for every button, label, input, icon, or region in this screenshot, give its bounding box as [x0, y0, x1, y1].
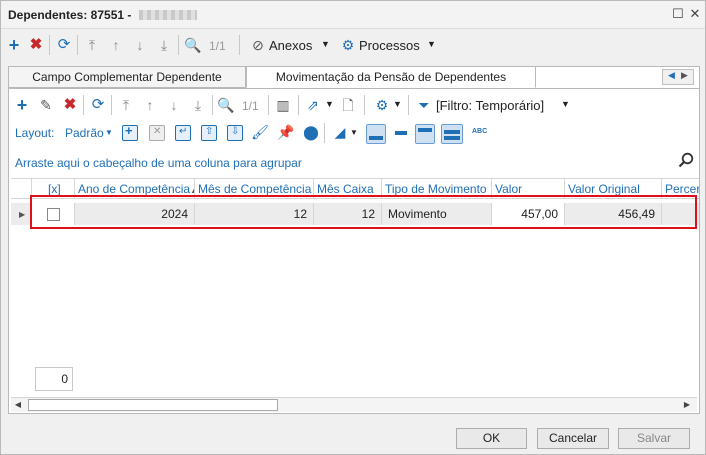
paint-roller-icon[interactable]: 🖌 [251, 123, 269, 141]
column-tipo-movimento[interactable]: Tipo de Movimento [382, 179, 492, 199]
ok-button[interactable]: OK [456, 428, 527, 449]
next-record-icon[interactable]: ↓ [131, 36, 149, 54]
column-mes-competencia[interactable]: Mês de Competência [195, 179, 314, 199]
last-record-icon[interactable]: ⤓ [155, 36, 173, 54]
cell-valor[interactable]: 457,00 [492, 203, 565, 225]
layout-selector[interactable]: Padrão [65, 126, 104, 140]
scrollbar-thumb[interactable] [28, 399, 278, 411]
column-valor[interactable]: Valor [492, 179, 565, 199]
grid-toolbar: + ✎ ✖ ⟳ ⤒ ↑ ↓ ⤓ 🔍 1/1 ▥ ⇗ ▼ 🗋 ⚙ ▼ ⏷ [Fil… [9, 93, 699, 119]
column-select-all[interactable]: [x] [32, 179, 75, 199]
delete-icon[interactable]: ✖ [27, 36, 45, 54]
title-bar: Dependentes: 87551 - ☐ ✕ [1, 1, 705, 29]
tab-strip: Campo Complementar Dependente Movimentaç… [8, 66, 700, 88]
row-indicator-icon: ▶ [19, 210, 26, 219]
columns-icon[interactable]: ▥ [274, 96, 292, 114]
paperclip-icon: ⊘ [252, 37, 264, 53]
group-by-hint[interactable]: Arraste aqui o cabeçalho de uma coluna p… [15, 156, 302, 170]
save-layout-icon[interactable]: ↵ [175, 125, 191, 141]
grid-header: [x] Ano de Competência▲ Mês de Competênc… [11, 179, 699, 199]
main-toolbar: + ✖ ⟳ ⤒ ↑ ↓ ⤓ 🔍 1/1 ⊘ Anexos ▼ ⚙ Process… [1, 30, 705, 60]
cell-percentual[interactable] [662, 203, 699, 225]
chart-dropdown-icon[interactable]: ▼ [350, 128, 358, 137]
grid-previous-icon[interactable]: ↑ [141, 96, 159, 114]
data-grid: [x] Ano de Competência▲ Mês de Competênc… [11, 178, 699, 358]
refresh-icon[interactable]: ⟳ [55, 36, 73, 54]
cell-ano[interactable]: 2024 [75, 203, 195, 225]
tab-prev-icon[interactable]: ◀ [668, 70, 675, 81]
cell-tipo[interactable]: Movimento [382, 203, 492, 225]
grid-first-icon[interactable]: ⤒ [117, 96, 135, 114]
selected-count: 0 [35, 367, 73, 391]
grid-next-icon[interactable]: ↓ [165, 96, 183, 114]
filter-selector[interactable]: [Filtro: Temporário] [436, 98, 544, 113]
processos-dropdown-icon[interactable]: ▼ [427, 39, 436, 49]
document-icon[interactable]: 🗋 [339, 96, 357, 114]
grid-find-icon[interactable] [678, 152, 694, 168]
cell-mes-caixa[interactable]: 12 [314, 203, 382, 225]
window-title: Dependentes: 87551 - [8, 8, 132, 22]
tab-campo-complementar[interactable]: Campo Complementar Dependente [8, 66, 246, 88]
gear-icon: ⚙ [341, 37, 355, 53]
export-dropdown-icon[interactable]: ▼ [325, 99, 334, 109]
row-checkbox[interactable] [47, 208, 60, 221]
filter-icon: ⏷ [418, 97, 430, 113]
layout-dropdown-icon[interactable]: ▼ [105, 128, 113, 137]
upload-layout-icon[interactable]: ⇧ [201, 125, 217, 141]
first-record-icon[interactable]: ⤒ [83, 36, 101, 54]
header-toggle-icon[interactable] [415, 124, 435, 144]
grid-page-indicator: 1/1 [242, 99, 259, 113]
add-icon[interactable]: + [5, 36, 23, 54]
add-layout-icon[interactable]: + [122, 123, 138, 141]
area-chart-icon[interactable]: ◢ [331, 123, 349, 141]
scroll-right-icon[interactable]: ▶ [680, 399, 694, 411]
scroll-left-icon[interactable]: ◀ [11, 399, 25, 411]
grid-gear-icon[interactable]: ⚙ [373, 96, 391, 114]
refresh-grid-icon[interactable]: ⟳ [89, 96, 107, 114]
processos-menu[interactable]: Processos [359, 38, 420, 53]
row-checkbox-cell [32, 203, 75, 225]
tab-scroll-buttons[interactable]: ◀ ▶ [662, 69, 694, 85]
remove-layout-icon[interactable]: ✕ [149, 125, 165, 141]
gear-dropdown-icon[interactable]: ▼ [393, 99, 402, 109]
page-indicator: 1/1 [209, 39, 226, 53]
add-row-icon[interactable]: + [13, 96, 31, 114]
filter-row-toggle-icon[interactable] [441, 124, 463, 144]
column-ano-competencia[interactable]: Ano de Competência▲ [75, 179, 195, 199]
grid-search-icon[interactable]: 🔍 [217, 96, 235, 114]
search-records-icon[interactable]: 🔍 [184, 36, 202, 54]
filter-dropdown-icon[interactable]: ▼ [561, 99, 570, 109]
column-valor-original[interactable]: Valor Original [565, 179, 662, 199]
redacted-name [139, 10, 197, 20]
table-row[interactable]: ▶ 2024 12 12 Movimento 457,00 456,49 [11, 203, 699, 225]
dialog-window: Dependentes: 87551 - ☐ ✕ + ✖ ⟳ ⤒ ↑ ↓ ⤓ 🔍… [0, 0, 706, 455]
layout-label: Layout: [15, 126, 55, 140]
save-button[interactable]: Salvar [618, 428, 690, 449]
footer-toggle-icon[interactable] [366, 124, 386, 144]
tab-movimentacao-pensao[interactable]: Movimentação da Pensão de Dependentes [246, 66, 536, 88]
anexos-dropdown-icon[interactable]: ▼ [321, 39, 330, 49]
delete-row-icon[interactable]: ✖ [61, 96, 79, 114]
layout-toolbar: Layout: Padrão ▼ + ✕ ↵ ⇧ ⇩ 🖌 📌 ⬤ ◢ ▼ ABC [9, 121, 699, 145]
column-mes-caixa[interactable]: Mês Caixa [314, 179, 382, 199]
pin-icon[interactable]: 📌 [277, 123, 295, 141]
abc-icon[interactable]: ABC [472, 128, 487, 135]
tab-next-icon[interactable]: ▶ [681, 70, 688, 81]
edit-pencil-icon[interactable]: ✎ [37, 96, 55, 114]
shapes-icon[interactable]: ⬤ [302, 123, 320, 141]
cell-valor-original[interactable]: 456,49 [565, 203, 662, 225]
anexos-menu[interactable]: Anexos [269, 38, 312, 53]
download-layout-icon[interactable]: ⇩ [227, 125, 243, 141]
previous-record-icon[interactable]: ↑ [107, 36, 125, 54]
close-icon[interactable]: ✕ [687, 6, 703, 22]
maximize-icon[interactable]: ☐ [670, 6, 686, 22]
export-icon[interactable]: ⇗ [304, 96, 322, 114]
grid-last-icon[interactable]: ⤓ [189, 96, 207, 114]
cell-mes[interactable]: 12 [195, 203, 314, 225]
column-percentual[interactable]: Percer [662, 179, 699, 199]
group-panel-icon[interactable] [393, 125, 409, 141]
cancel-button[interactable]: Cancelar [537, 428, 609, 449]
horizontal-scrollbar[interactable]: ◀ ▶ [11, 397, 697, 412]
